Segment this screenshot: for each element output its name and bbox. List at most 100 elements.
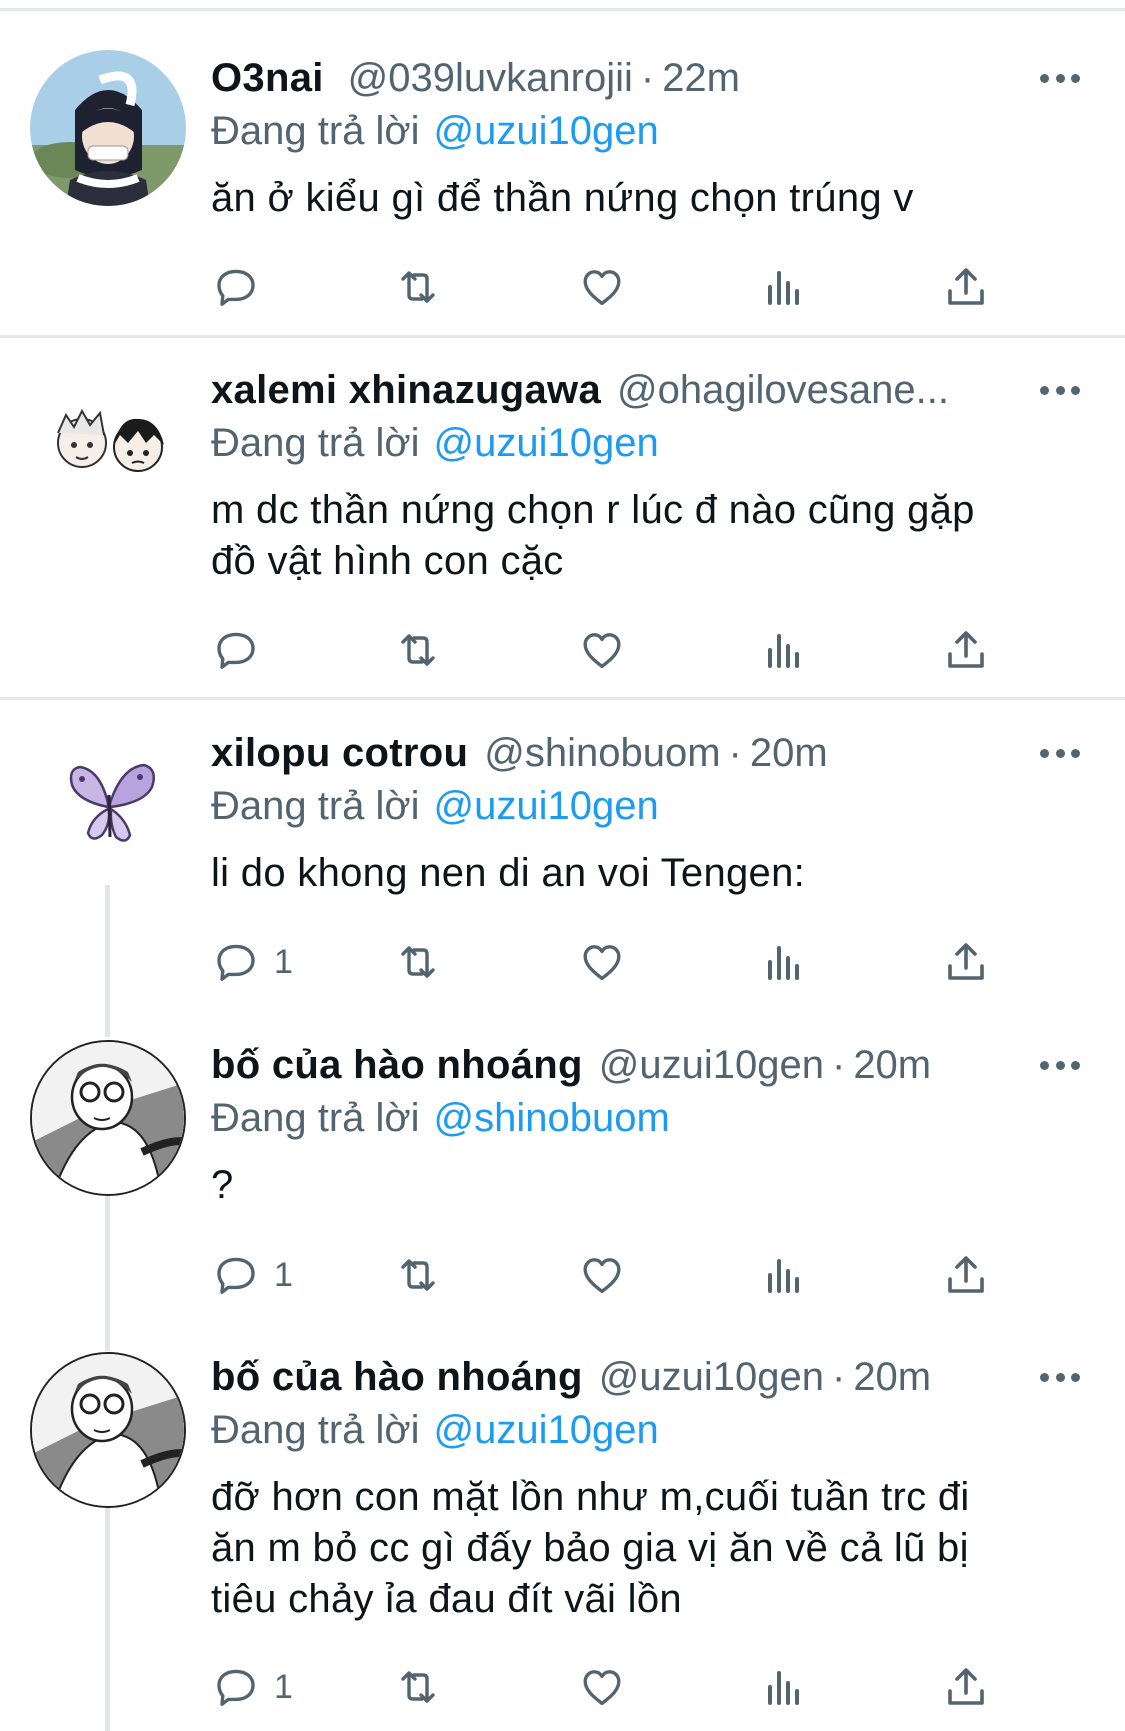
user-handle[interactable]: @039luvkanrojii (348, 50, 633, 106)
thread-line (105, 1507, 110, 1731)
replying-to-label: Đang trả lời (211, 1408, 420, 1452)
views-icon (768, 634, 799, 668)
tweet-header: bố của hào nhoáng @uzui10gen · 20m (211, 1349, 931, 1405)
divider (0, 8, 1125, 11)
views-icon (768, 1671, 799, 1705)
display-name[interactable]: O3nai (211, 50, 324, 106)
avatar[interactable] (30, 1352, 186, 1508)
like-icon (583, 945, 621, 981)
like-icon (583, 633, 621, 669)
reply-count: 1 (274, 942, 293, 981)
tweet-header: O3nai @039luvkanrojii · 22m (211, 50, 740, 106)
like-button[interactable] (578, 1661, 626, 1713)
replying-to-label: Đang trả lời (211, 421, 420, 465)
mention-link[interactable]: @uzui10gen (434, 109, 659, 153)
separator-dot: · (831, 1043, 846, 1087)
views-button[interactable] (760, 624, 808, 676)
reply-icon (217, 1257, 255, 1294)
timestamp[interactable]: 20m (853, 1037, 931, 1093)
share-button[interactable] (942, 261, 990, 313)
thread-line (105, 1196, 110, 1351)
avatar[interactable] (30, 50, 186, 206)
reply-icon (217, 944, 255, 981)
replying-to: Đang trả lời @uzui10gen (211, 416, 659, 470)
share-button[interactable] (942, 624, 990, 676)
replying-to-label: Đang trả lời (211, 784, 420, 828)
timestamp[interactable]: 22m (662, 50, 740, 106)
reply-button[interactable]: 1 (212, 1249, 293, 1301)
reply-button[interactable] (212, 261, 274, 313)
reply-icon (217, 632, 255, 669)
tweet-text: m dc thần nứng chọn r lúc đ nào cũng gặp… (211, 488, 975, 583)
share-button[interactable] (942, 1661, 990, 1713)
tweet-text: ? (211, 1163, 234, 1207)
reply-button[interactable] (212, 624, 274, 676)
retweet-button[interactable] (394, 261, 442, 313)
avatar[interactable] (30, 1040, 186, 1196)
reply-button[interactable]: 1 (212, 1661, 293, 1713)
like-button[interactable] (578, 624, 626, 676)
views-button[interactable] (760, 261, 808, 313)
user-handle[interactable]: @ohagilovesane... (617, 362, 949, 418)
retweet-button[interactable] (394, 936, 442, 988)
views-icon (768, 271, 799, 305)
more-icon[interactable] (1040, 70, 1080, 86)
reply-count: 1 (274, 1667, 293, 1706)
reply-button[interactable]: 1 (212, 936, 293, 988)
more-icon[interactable] (1040, 745, 1080, 761)
separator-dot: · (640, 56, 655, 100)
divider (0, 697, 1125, 700)
user-handle[interactable]: @uzui10gen (599, 1037, 824, 1093)
replying-to: Đang trả lời @uzui10gen (211, 779, 659, 833)
avatar[interactable] (30, 363, 186, 519)
share-button[interactable] (942, 1249, 990, 1301)
divider (0, 335, 1125, 338)
like-button[interactable] (578, 261, 626, 313)
thread-line (105, 885, 110, 1037)
retweet-button[interactable] (394, 1661, 442, 1713)
replying-to: Đang trả lời @uzui10gen (211, 1403, 659, 1457)
retweet-icon (401, 1259, 435, 1291)
reply-icon (217, 1669, 255, 1706)
like-icon (583, 1258, 621, 1294)
retweet-button[interactable] (394, 1249, 442, 1301)
tweet-text: li do khong nen di an voi Tengen: (211, 851, 806, 895)
like-button[interactable] (578, 936, 626, 988)
share-button[interactable] (942, 936, 990, 988)
mention-link[interactable]: @uzui10gen (434, 784, 659, 828)
share-icon (948, 268, 984, 305)
user-handle[interactable]: @shinobuom (484, 725, 720, 781)
replying-to: Đang trả lời @uzui10gen (211, 104, 659, 158)
views-icon (768, 946, 799, 980)
mention-link[interactable]: @shinobuom (434, 1096, 670, 1140)
mention-link[interactable]: @uzui10gen (434, 1408, 659, 1452)
views-button[interactable] (760, 1661, 808, 1713)
more-icon[interactable] (1040, 1057, 1080, 1073)
tweet-text: đỡ hơn con mặt lồn như m,cuối tuần trc đ… (211, 1475, 970, 1621)
retweet-icon (401, 946, 435, 978)
mention-link[interactable]: @uzui10gen (434, 421, 659, 465)
views-button[interactable] (760, 1249, 808, 1301)
display-name[interactable]: bố của hào nhoáng (211, 1349, 583, 1405)
tweet-header: xalemi xhinazugawa @ohagilovesane... (211, 362, 949, 418)
retweet-button[interactable] (394, 624, 442, 676)
more-icon[interactable] (1040, 382, 1080, 398)
timestamp[interactable]: 20m (853, 1349, 931, 1405)
display-name[interactable]: xalemi xhinazugawa (211, 362, 601, 418)
replying-to-label: Đang trả lời (211, 109, 420, 153)
more-icon[interactable] (1040, 1369, 1080, 1385)
timestamp[interactable]: 20m (750, 725, 828, 781)
display-name[interactable]: xilopu cotrou (211, 725, 468, 781)
retweet-icon (401, 271, 435, 303)
retweet-icon (401, 1671, 435, 1703)
views-button[interactable] (760, 936, 808, 988)
share-icon (948, 631, 984, 668)
like-icon (583, 270, 621, 306)
like-button[interactable] (578, 1249, 626, 1301)
display-name[interactable]: bố của hào nhoáng (211, 1037, 583, 1093)
replying-to-label: Đang trả lời (211, 1096, 420, 1140)
avatar[interactable] (30, 725, 186, 881)
retweet-icon (401, 634, 435, 666)
user-handle[interactable]: @uzui10gen (599, 1349, 824, 1405)
tweet-text: ăn ở kiểu gì để thần nứng chọn trúng v (211, 176, 914, 220)
